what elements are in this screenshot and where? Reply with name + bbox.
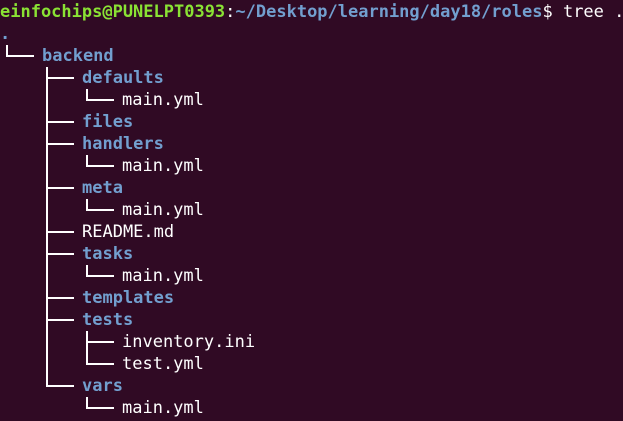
tree-entry: main.yml: [0, 155, 623, 177]
tree-branch-line: [86, 209, 114, 211]
tree-branch-line: [86, 165, 114, 167]
prompt-line: einfochips@PUNELPT0393: ~/Desktop/learnin…: [0, 1, 623, 23]
tree-vertical-line: [46, 265, 48, 287]
tree-branch-line: [86, 275, 114, 277]
tree-branch-line: [46, 143, 74, 145]
tree-output: backend defaults main.yml files handlers main…: [0, 45, 623, 419]
tree-branch-line: [46, 77, 74, 79]
tree-vertical-line: [46, 353, 48, 375]
directory-name: vars: [82, 376, 123, 396]
tree-branch-line: [86, 363, 114, 365]
tree-entry: main.yml: [0, 199, 623, 221]
tree-branch-line: [6, 55, 34, 57]
tree-entry: README.md: [0, 221, 623, 243]
tree-entry: test.yml: [0, 353, 623, 375]
tree-branch-line: [46, 187, 74, 189]
tree-branch-line: [46, 385, 74, 387]
file-name: main.yml: [122, 266, 204, 286]
prompt-colon: :: [225, 2, 236, 22]
directory-name: meta: [82, 178, 123, 198]
tree-entry: backend: [0, 45, 623, 67]
tree-vertical-line: [46, 199, 48, 221]
directory-name: tasks: [82, 244, 134, 264]
directory-name: defaults: [82, 68, 164, 88]
tree-entry: main.yml: [0, 89, 623, 111]
terminal-window[interactable]: einfochips@PUNELPT0393: ~/Desktop/learnin…: [0, 0, 623, 421]
tree-branch-line: [46, 297, 74, 299]
tree-branch-line: [46, 319, 74, 321]
tree-entry: files: [0, 111, 623, 133]
prompt-cwd: ~/Desktop/learning/day18/roles: [235, 2, 543, 22]
directory-name: backend: [42, 46, 114, 66]
tree-branch-line: [86, 407, 114, 409]
tree-vertical-line: [46, 89, 48, 111]
directory-name: files: [82, 112, 134, 132]
file-name: README.md: [82, 222, 175, 242]
file-name: main.yml: [122, 156, 204, 176]
directory-name: handlers: [82, 134, 164, 154]
tree-root: .: [0, 24, 11, 44]
tree-vertical-line: [46, 155, 48, 177]
file-name: inventory.ini: [122, 332, 256, 352]
tree-branch-line: [46, 121, 74, 123]
prompt-command: tree .: [552, 2, 623, 22]
prompt-symbol: $: [542, 2, 553, 22]
directory-name: templates: [82, 288, 175, 308]
tree-root-line: .: [0, 23, 623, 45]
file-name: test.yml: [122, 354, 204, 374]
tree-branch-line: [86, 99, 114, 101]
directory-name: tests: [82, 310, 134, 330]
tree-entry: meta: [0, 177, 623, 199]
tree-entry: main.yml: [0, 265, 623, 287]
file-name: main.yml: [122, 90, 204, 110]
tree-branch-line: [86, 341, 114, 343]
tree-entry: defaults: [0, 67, 623, 89]
tree-entry: vars: [0, 375, 623, 397]
file-name: main.yml: [122, 200, 204, 220]
tree-entry: templates: [0, 287, 623, 309]
tree-branch-line: [46, 231, 74, 233]
tree-vertical-line: [46, 331, 48, 353]
tree-entry: tasks: [0, 243, 623, 265]
tree-entry: handlers: [0, 133, 623, 155]
tree-entry: main.yml: [0, 397, 623, 419]
file-name: main.yml: [122, 398, 204, 418]
prompt-user-host: einfochips@PUNELPT0393: [0, 2, 226, 22]
tree-entry: inventory.ini: [0, 331, 623, 353]
tree-branch-line: [46, 253, 74, 255]
tree-entry: tests: [0, 309, 623, 331]
